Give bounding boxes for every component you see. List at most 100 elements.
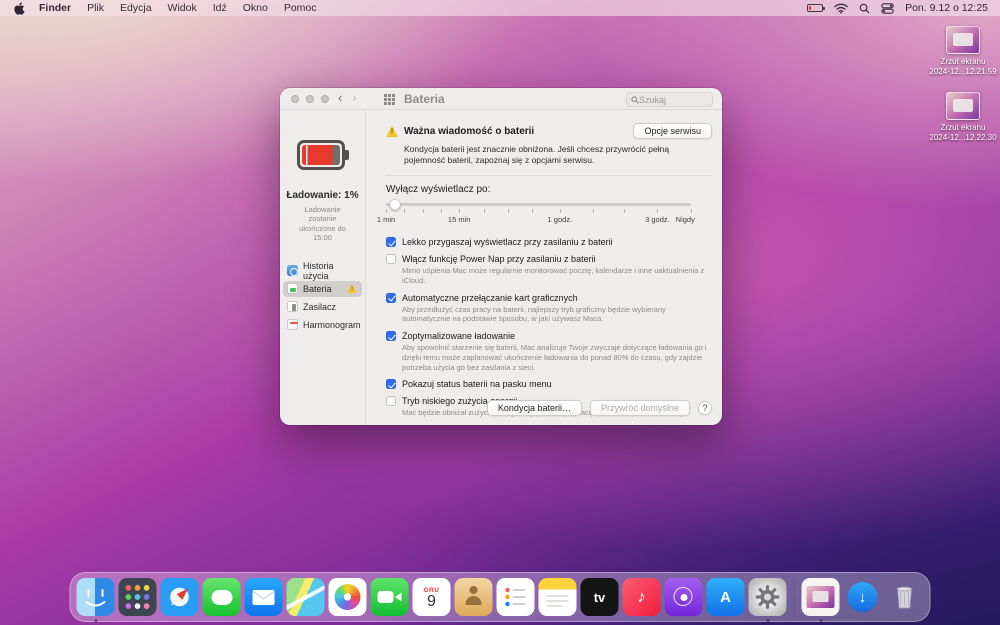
menu-item-plik[interactable]: Plik <box>79 0 112 16</box>
menu-bar: Finder Plik Edycja Widok Idź Okno Pomoc … <box>0 0 1000 16</box>
file-label: Zrzut ekranu 2024-12...12.22.30 <box>929 123 997 142</box>
dock-system-preferences-icon[interactable] <box>748 578 787 622</box>
dock-app-store-icon[interactable]: A <box>706 578 745 616</box>
menu-item-edycja[interactable]: Edycja <box>112 0 160 16</box>
sidebar: Ładowanie: 1% Ładowanie zostanie ukończo… <box>280 110 366 425</box>
checkbox-power-nap[interactable] <box>386 254 396 265</box>
search-icon <box>631 95 639 104</box>
screenshot-thumbnail[interactable] <box>946 92 980 120</box>
screenshot-thumbnail[interactable] <box>946 26 980 54</box>
menu-clock[interactable]: Pon. 9.12 o 12:25 <box>905 2 988 14</box>
checkbox-label: Automatyczne przełączanie kart graficzny… <box>402 292 578 303</box>
dock-tv-icon[interactable]: tv <box>580 578 619 616</box>
dock-maps-icon[interactable] <box>286 578 325 616</box>
slider-tick-label: Nigdy <box>675 215 695 225</box>
calendar-day: 9 <box>427 593 436 610</box>
power-adapter-icon <box>287 301 298 312</box>
battery-graphic <box>296 140 349 170</box>
dock-separator <box>793 577 795 617</box>
sidebar-item-label: Bateria <box>303 283 332 294</box>
display-sleep-slider[interactable]: 1 min 15 min 1 godz. 3 godz. Nigdy <box>377 199 695 229</box>
slider-tick-label: 1 godz. <box>547 215 573 225</box>
checkbox-optimized-charging[interactable] <box>386 331 396 342</box>
restore-defaults-button[interactable]: Przywróć domyślne <box>589 400 690 416</box>
menu-item-idz[interactable]: Idź <box>205 0 235 16</box>
sidebar-item-label: Historia użycia <box>303 260 334 281</box>
control-center-icon[interactable] <box>881 2 894 14</box>
spotlight-icon[interactable] <box>859 3 870 14</box>
dock-screenshot-file-icon[interactable] <box>801 578 840 622</box>
charging-label: Ładowanie: 1% <box>286 190 359 201</box>
dock: GRU 9 tv ♪ A ↓ <box>69 572 931 622</box>
help-button[interactable]: ? <box>698 401 712 415</box>
dock-podcasts-icon[interactable] <box>664 578 703 616</box>
back-icon[interactable]: ‹ <box>338 90 342 105</box>
battery-status-icon[interactable] <box>807 4 826 12</box>
download-arrow-icon: ↓ <box>858 588 867 606</box>
app-store-label: A <box>720 588 731 606</box>
dock-downloads-icon[interactable]: ↓ <box>844 578 882 616</box>
checkbox-graphics-switching[interactable] <box>386 292 396 303</box>
menu-item-pomoc[interactable]: Pomoc <box>276 0 325 16</box>
slider-tick-label: 1 min <box>376 215 396 225</box>
menu-item-okno[interactable]: Okno <box>235 0 276 16</box>
minimize-button[interactable] <box>306 95 314 103</box>
show-all-grid-icon[interactable] <box>384 94 395 105</box>
checkbox-battery-status-menu[interactable] <box>386 379 396 390</box>
checkbox-label: Lekko przygaszaj wyświetlacz przy zasila… <box>402 237 613 248</box>
dock-photos-icon[interactable] <box>328 578 367 616</box>
dock-contacts-icon[interactable] <box>454 578 493 616</box>
dock-safari-icon[interactable] <box>160 578 199 616</box>
slider-thumb[interactable] <box>389 199 401 211</box>
checkbox-dim-display[interactable] <box>386 237 396 248</box>
checkbox-low-power-mode[interactable] <box>386 396 396 407</box>
display-sleep-label: Wyłącz wyświetlacz po: <box>386 184 491 196</box>
title-bar[interactable]: ‹ › Bateria <box>280 88 722 110</box>
sidebar-item-schedule[interactable]: Harmonogram <box>283 317 362 333</box>
running-indicator <box>819 619 822 622</box>
dock-mail-icon[interactable] <box>244 578 283 616</box>
wifi-icon[interactable] <box>834 3 848 14</box>
desktop-file-screenshot-1[interactable]: Zrzut ekranu 2024-12...12.21.59 <box>926 26 1000 76</box>
slider-track[interactable] <box>386 203 691 207</box>
checkbox-label: Zoptymalizowane ładowanie <box>402 331 516 342</box>
dock-calendar-icon[interactable]: GRU 9 <box>412 578 451 616</box>
dock-messages-icon[interactable] <box>202 578 241 616</box>
desktop-file-screenshot-2[interactable]: Zrzut ekranu 2024-12...12.22.30 <box>926 92 1000 142</box>
forward-icon[interactable]: › <box>352 90 356 105</box>
dock-music-icon[interactable]: ♪ <box>622 578 661 616</box>
running-indicator <box>94 619 97 622</box>
window-title: Bateria <box>404 92 445 106</box>
sidebar-item-usage-history[interactable]: Historia użycia <box>283 260 362 281</box>
dock-facetime-icon[interactable] <box>370 578 409 616</box>
dock-finder-icon[interactable] <box>76 578 115 622</box>
checkbox-subtext: Aby spowolnić starzenie się baterii, Mac… <box>402 343 707 372</box>
apple-menu-icon[interactable] <box>12 1 31 15</box>
sidebar-item-power-adapter[interactable]: Zasilacz <box>283 299 362 315</box>
close-button[interactable] <box>291 95 299 103</box>
slider-tick-label: 15 min <box>447 215 471 225</box>
menu-bar-left: Finder Plik Edycja Widok Idź Okno Pomoc <box>12 0 325 16</box>
battery-pane-content: Ważna wiadomość o baterii Opcje serwisu … <box>367 110 722 425</box>
dock-launchpad-icon[interactable] <box>118 578 157 616</box>
dock-reminders-icon[interactable] <box>496 578 535 616</box>
warning-icon <box>347 284 357 293</box>
music-note-icon: ♪ <box>637 587 646 606</box>
tv-label: tv <box>593 589 606 605</box>
service-options-button[interactable]: Opcje serwisu <box>633 123 712 139</box>
menu-item-finder[interactable]: Finder <box>31 0 79 16</box>
warning-icon <box>386 125 398 137</box>
checkbox-subtext: Aby przedłużyć czas pracy na baterii, na… <box>402 304 666 324</box>
sidebar-item-battery[interactable]: Bateria <box>283 280 362 297</box>
menu-item-widok[interactable]: Widok <box>160 0 205 16</box>
usage-history-icon <box>287 265 298 276</box>
battery-health-button[interactable]: Kondycja baterii… <box>486 400 582 416</box>
dock-trash-icon[interactable] <box>886 578 924 616</box>
search-field[interactable] <box>626 92 713 107</box>
warning-body: Kondycja baterii jest znacznie obniżona.… <box>404 144 670 166</box>
zoom-button[interactable] <box>321 95 329 103</box>
running-indicator <box>766 619 769 622</box>
dock-notes-icon[interactable] <box>538 578 577 616</box>
file-label: Zrzut ekranu 2024-12...12.21.59 <box>929 57 997 76</box>
search-input[interactable] <box>639 94 699 105</box>
